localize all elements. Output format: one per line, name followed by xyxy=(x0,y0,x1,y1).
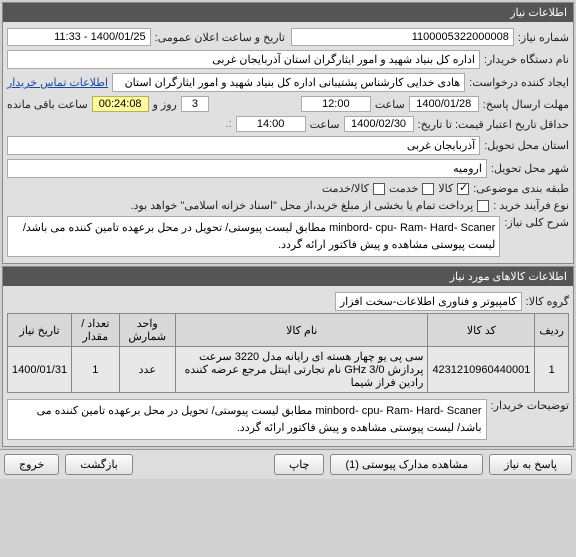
valid-label: حداقل تاریخ اعتبار قیمت: تا تاریخ: xyxy=(418,118,569,131)
announce-value: 1400/01/25 - 11:33 xyxy=(7,28,151,46)
deadline-label: مهلت ارسال پاسخ: xyxy=(483,98,569,111)
footer-bar: پاسخ به نیاز مشاهده مدارک پیوستی (1) چاپ… xyxy=(0,449,576,479)
creator-value: هادی خدایی کارشناس پشتیبانی اداره کل بنی… xyxy=(112,73,465,92)
budget-cat-label: طبقه بندی موضوعی: xyxy=(473,182,569,195)
contact-link[interactable]: اطلاعات تماس خریدار xyxy=(7,76,108,89)
valid-time: 14:00 xyxy=(236,116,306,132)
deliver-loc-label: استان محل تحویل: xyxy=(484,139,569,152)
attachments-button[interactable]: مشاهده مدارک پیوستی (1) xyxy=(330,454,483,475)
info-panel: اطلاعات نیاز شماره نیاز: 110000532200000… xyxy=(2,2,574,264)
deadline-time: 12:00 xyxy=(301,96,371,112)
cat-service-checkbox[interactable] xyxy=(422,183,434,195)
group-value: کامپیوتر و فناوری اطلاعات-سخت افزار xyxy=(335,292,522,311)
dots-sep: :. xyxy=(225,118,231,130)
creator-label: ایجاد کننده درخواست: xyxy=(469,76,569,89)
remain-label: ساعت باقی مانده xyxy=(7,98,88,111)
proc-checkbox[interactable] xyxy=(477,200,489,212)
th-row: ردیف xyxy=(535,314,569,347)
items-panel-title: اطلاعات کالاهای مورد نیاز xyxy=(3,267,573,286)
valid-date: 1400/02/30 xyxy=(344,116,414,132)
deadline-date: 1400/01/28 xyxy=(409,96,479,112)
items-panel-body: گروه کالا: کامپیوتر و فناوری اطلاعات-سخت… xyxy=(3,286,573,446)
reply-button[interactable]: پاسخ به نیاز xyxy=(489,454,572,475)
deliver-city-label: شهر محل تحویل: xyxy=(491,162,569,175)
deliver-city-value: ارومیه xyxy=(7,159,487,178)
dept-value: اداره کل بنیاد شهید و امور ایثارگران است… xyxy=(7,50,480,69)
cell-row: 1 xyxy=(535,347,569,393)
exit-button[interactable]: خروج xyxy=(4,454,59,475)
th-qty: تعداد / مقدار xyxy=(72,314,119,347)
items-table: ردیف کد کالا نام کالا واحد شمارش تعداد /… xyxy=(7,313,569,393)
cat-goods-label: کالا xyxy=(438,182,453,195)
cell-date: 1400/01/31 xyxy=(8,347,72,393)
desc-label: شرح کلی نیاز: xyxy=(504,216,569,229)
table-row[interactable]: 1 4231210960440001 سی پی یو چهار هسته ای… xyxy=(8,347,569,393)
dept-label: نام دستگاه خریدار: xyxy=(484,53,569,66)
deliver-loc-value: آذربایجان غربی xyxy=(7,136,480,155)
desc-value: minbord- cpu- Ram- Hard- Scaner مطابق لی… xyxy=(7,216,500,257)
remain-days: 3 xyxy=(181,96,209,112)
need-no-label: شماره نیاز: xyxy=(518,31,569,44)
proc-note: پرداخت تمام یا بخشی از مبلغ خرید،از محل … xyxy=(7,199,473,212)
th-name: نام کالا xyxy=(176,314,428,347)
group-label: گروه کالا: xyxy=(526,295,569,308)
info-panel-title: اطلاعات نیاز xyxy=(3,3,573,22)
th-date: تاریخ نیاز xyxy=(8,314,72,347)
proc-type-label: نوع فرآیند خرید : xyxy=(493,199,569,212)
cat-goods-service-label: کالا/خدمت xyxy=(322,182,369,195)
buyer-notes-value: minbord- cpu- Ram- Hard- Scaner مطابق لی… xyxy=(7,399,487,440)
back-button[interactable]: بازگشت xyxy=(65,454,133,475)
cell-qty: 1 xyxy=(72,347,119,393)
items-panel: اطلاعات کالاهای مورد نیاز گروه کالا: کام… xyxy=(2,266,574,447)
cell-code: 4231210960440001 xyxy=(428,347,535,393)
cell-name: سی پی یو چهار هسته ای رایانه مدل 3220 سر… xyxy=(176,347,428,393)
cat-goods-service-checkbox[interactable] xyxy=(373,183,385,195)
table-header-row: ردیف کد کالا نام کالا واحد شمارش تعداد /… xyxy=(8,314,569,347)
valid-time-label: ساعت xyxy=(310,118,340,131)
cat-service-label: خدمت xyxy=(389,182,418,195)
cat-goods-checkbox[interactable] xyxy=(457,183,469,195)
print-button[interactable]: چاپ xyxy=(274,454,325,475)
need-no-value: 1100005322000008 xyxy=(291,28,514,46)
buyer-notes-label: توضیحات خریدار: xyxy=(491,399,569,412)
remain-days-label: روز و xyxy=(153,98,177,111)
th-code: کد کالا xyxy=(428,314,535,347)
th-unit: واحد شمارش xyxy=(119,314,176,347)
info-panel-body: شماره نیاز: 1100005322000008 تاریخ و ساع… xyxy=(3,22,573,263)
cell-unit: عدد xyxy=(119,347,176,393)
deadline-time-label: ساعت xyxy=(375,98,405,111)
remain-timer: 00:24:08 xyxy=(92,96,149,112)
announce-label: تاریخ و ساعت اعلان عمومی: xyxy=(155,31,285,44)
